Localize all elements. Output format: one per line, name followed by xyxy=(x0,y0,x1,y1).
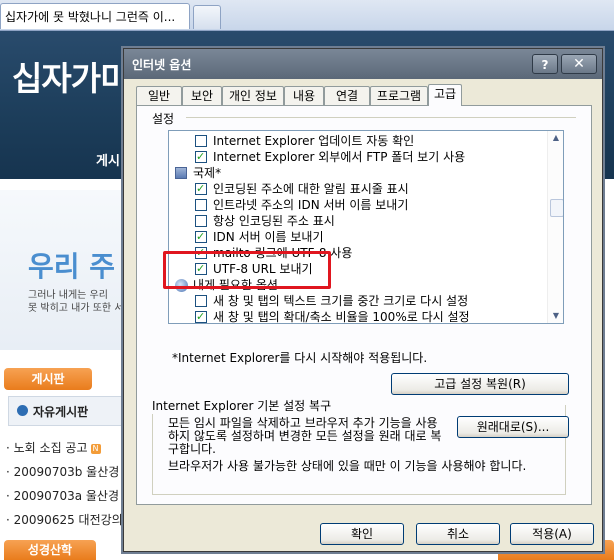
post-title: 20090703a 울산경 xyxy=(13,489,120,503)
scroll-thumb[interactable] xyxy=(550,199,563,217)
reset-description: 모든 임시 파일을 삭제하고 브라우저 추가 기능을 사용하지 않도록 설정하며… xyxy=(168,416,442,456)
option-label: IDN 서버 이름 보내기 xyxy=(213,230,324,244)
list-item[interactable]: · 20090703b 울산경 xyxy=(6,460,128,484)
scroll-down-icon[interactable]: ▼ xyxy=(548,309,563,323)
tab-5[interactable]: 프로그램 xyxy=(370,86,428,105)
bottom-tab[interactable]: 성경산학 xyxy=(4,540,96,560)
reset-button[interactable]: 원래대로(S)... xyxy=(457,416,569,438)
category-label: 국제* xyxy=(193,166,222,180)
apply-button[interactable]: 적용(A) xyxy=(510,523,594,545)
ok-button[interactable]: 확인 xyxy=(320,523,404,545)
divider xyxy=(186,117,576,118)
free-board-label: 자유게시판 xyxy=(33,405,89,419)
tab-2[interactable]: 개인 정보 xyxy=(222,86,284,105)
site-nav-item[interactable]: 게시 xyxy=(96,150,120,169)
new-tab-button[interactable] xyxy=(193,5,221,29)
browser-tab-title: 십자가에 못 박혔나니 그런즉 이... xyxy=(5,10,176,24)
checkbox[interactable] xyxy=(195,149,207,165)
list-item[interactable]: · 20090703a 울산경 xyxy=(6,484,128,508)
checkbox[interactable] xyxy=(195,229,207,245)
browser-tab[interactable]: 십자가에 못 박혔나니 그런즉 이... xyxy=(0,3,190,29)
tab-1[interactable]: 보안 xyxy=(182,86,222,105)
hero-text: 그러나 내게는 우리 못 박히고 내가 또한 서 xyxy=(28,289,128,315)
tab-4[interactable]: 연결 xyxy=(324,86,370,105)
settings-list: ▲ ▼ Internet Explorer 업데이트 자동 확인 Internet… xyxy=(168,130,564,324)
option-label: 새 창 및 탭의 텍스트 크기를 중간 크기로 다시 설정 xyxy=(213,294,469,308)
internet-options-dialog: 인터넷 옵션 ? ✕ 일반 보안 개인 정보 내용 연결 프로그램 고급 설정 ▲ ▼ In… xyxy=(123,48,603,552)
free-board-link[interactable]: 자유게시판 xyxy=(8,396,130,426)
checkbox[interactable] xyxy=(195,295,207,307)
category-icon xyxy=(175,167,187,179)
option-label: Internet Explorer 업데이트 자동 확인 xyxy=(213,134,415,148)
post-title: 20090625 대전강의 xyxy=(13,513,123,527)
option-label: 항상 인코딩된 주소 표시 xyxy=(213,214,335,228)
option-label: Internet Explorer 외부에서 FTP 폴더 보기 사용 xyxy=(213,150,466,164)
tab-0[interactable]: 일반 xyxy=(136,86,182,105)
post-title: 노회 소집 공고 xyxy=(13,441,88,455)
list-item[interactable]: · 20090625 대전강의 xyxy=(6,508,128,532)
option-label: 인트라넷 주소의 IDN 서버 이름 보내기 xyxy=(213,198,409,212)
bullet-icon xyxy=(17,405,28,416)
scroll-up-icon[interactable]: ▲ xyxy=(548,131,563,145)
checkbox[interactable] xyxy=(195,181,207,197)
close-button[interactable]: ✕ xyxy=(561,54,597,74)
settings-label: 설정 xyxy=(152,112,175,126)
checkbox[interactable] xyxy=(195,309,207,323)
checkbox[interactable] xyxy=(195,135,207,147)
new-badge: N xyxy=(90,443,101,454)
hero-text-line: 그러나 내게는 우리 xyxy=(28,290,108,301)
post-list: · 노회 소집 공고 N · 20090703b 울산경 · 20090703a 울산… xyxy=(6,436,128,532)
reset-group-label: Internet Explorer 기본 설정 복구 xyxy=(152,397,336,414)
board-tab[interactable]: 게시판 xyxy=(4,368,92,390)
option-label: 인코딩된 주소에 대한 알림 표시줄 표시 xyxy=(213,182,409,196)
dialog-title: 인터넷 옵션 xyxy=(132,58,192,72)
dialog-titlebar[interactable]: 인터넷 옵션 ? ✕ xyxy=(124,49,602,79)
restart-note: *Internet Explorer를 다시 시작해야 적용됩니다. xyxy=(172,351,428,365)
list-item[interactable]: · 노회 소집 공고 N xyxy=(6,436,128,460)
tab-6[interactable]: 고급 xyxy=(428,84,462,106)
option-label: 새 창 및 탭의 확대/축소 비율을 100%로 다시 설정 xyxy=(213,310,470,324)
tab-3[interactable]: 내용 xyxy=(284,86,324,105)
checkbox[interactable] xyxy=(195,199,207,211)
hero-text-line: 못 박히고 내가 또한 서 xyxy=(28,303,124,314)
help-button[interactable]: ? xyxy=(532,54,558,74)
scrollbar[interactable]: ▲ ▼ xyxy=(547,131,563,323)
cancel-button[interactable]: 취소 xyxy=(416,523,500,545)
restore-advanced-button[interactable]: 고급 설정 복원(R) xyxy=(391,373,569,395)
red-highlight-box xyxy=(163,251,331,289)
checkbox[interactable] xyxy=(195,215,207,227)
hero-title: 우리 주 예 xyxy=(28,250,128,283)
reset-warning: 브라우저가 사용 불가능한 상태에 있을 때만 이 기능을 사용해야 합니다. xyxy=(168,459,527,473)
post-title: 20090703b 울산경 xyxy=(13,465,120,479)
site-logo: 십자가미 xyxy=(12,59,130,98)
browser-tab-bar: 십자가에 못 박혔나니 그런즉 이... xyxy=(0,0,614,31)
